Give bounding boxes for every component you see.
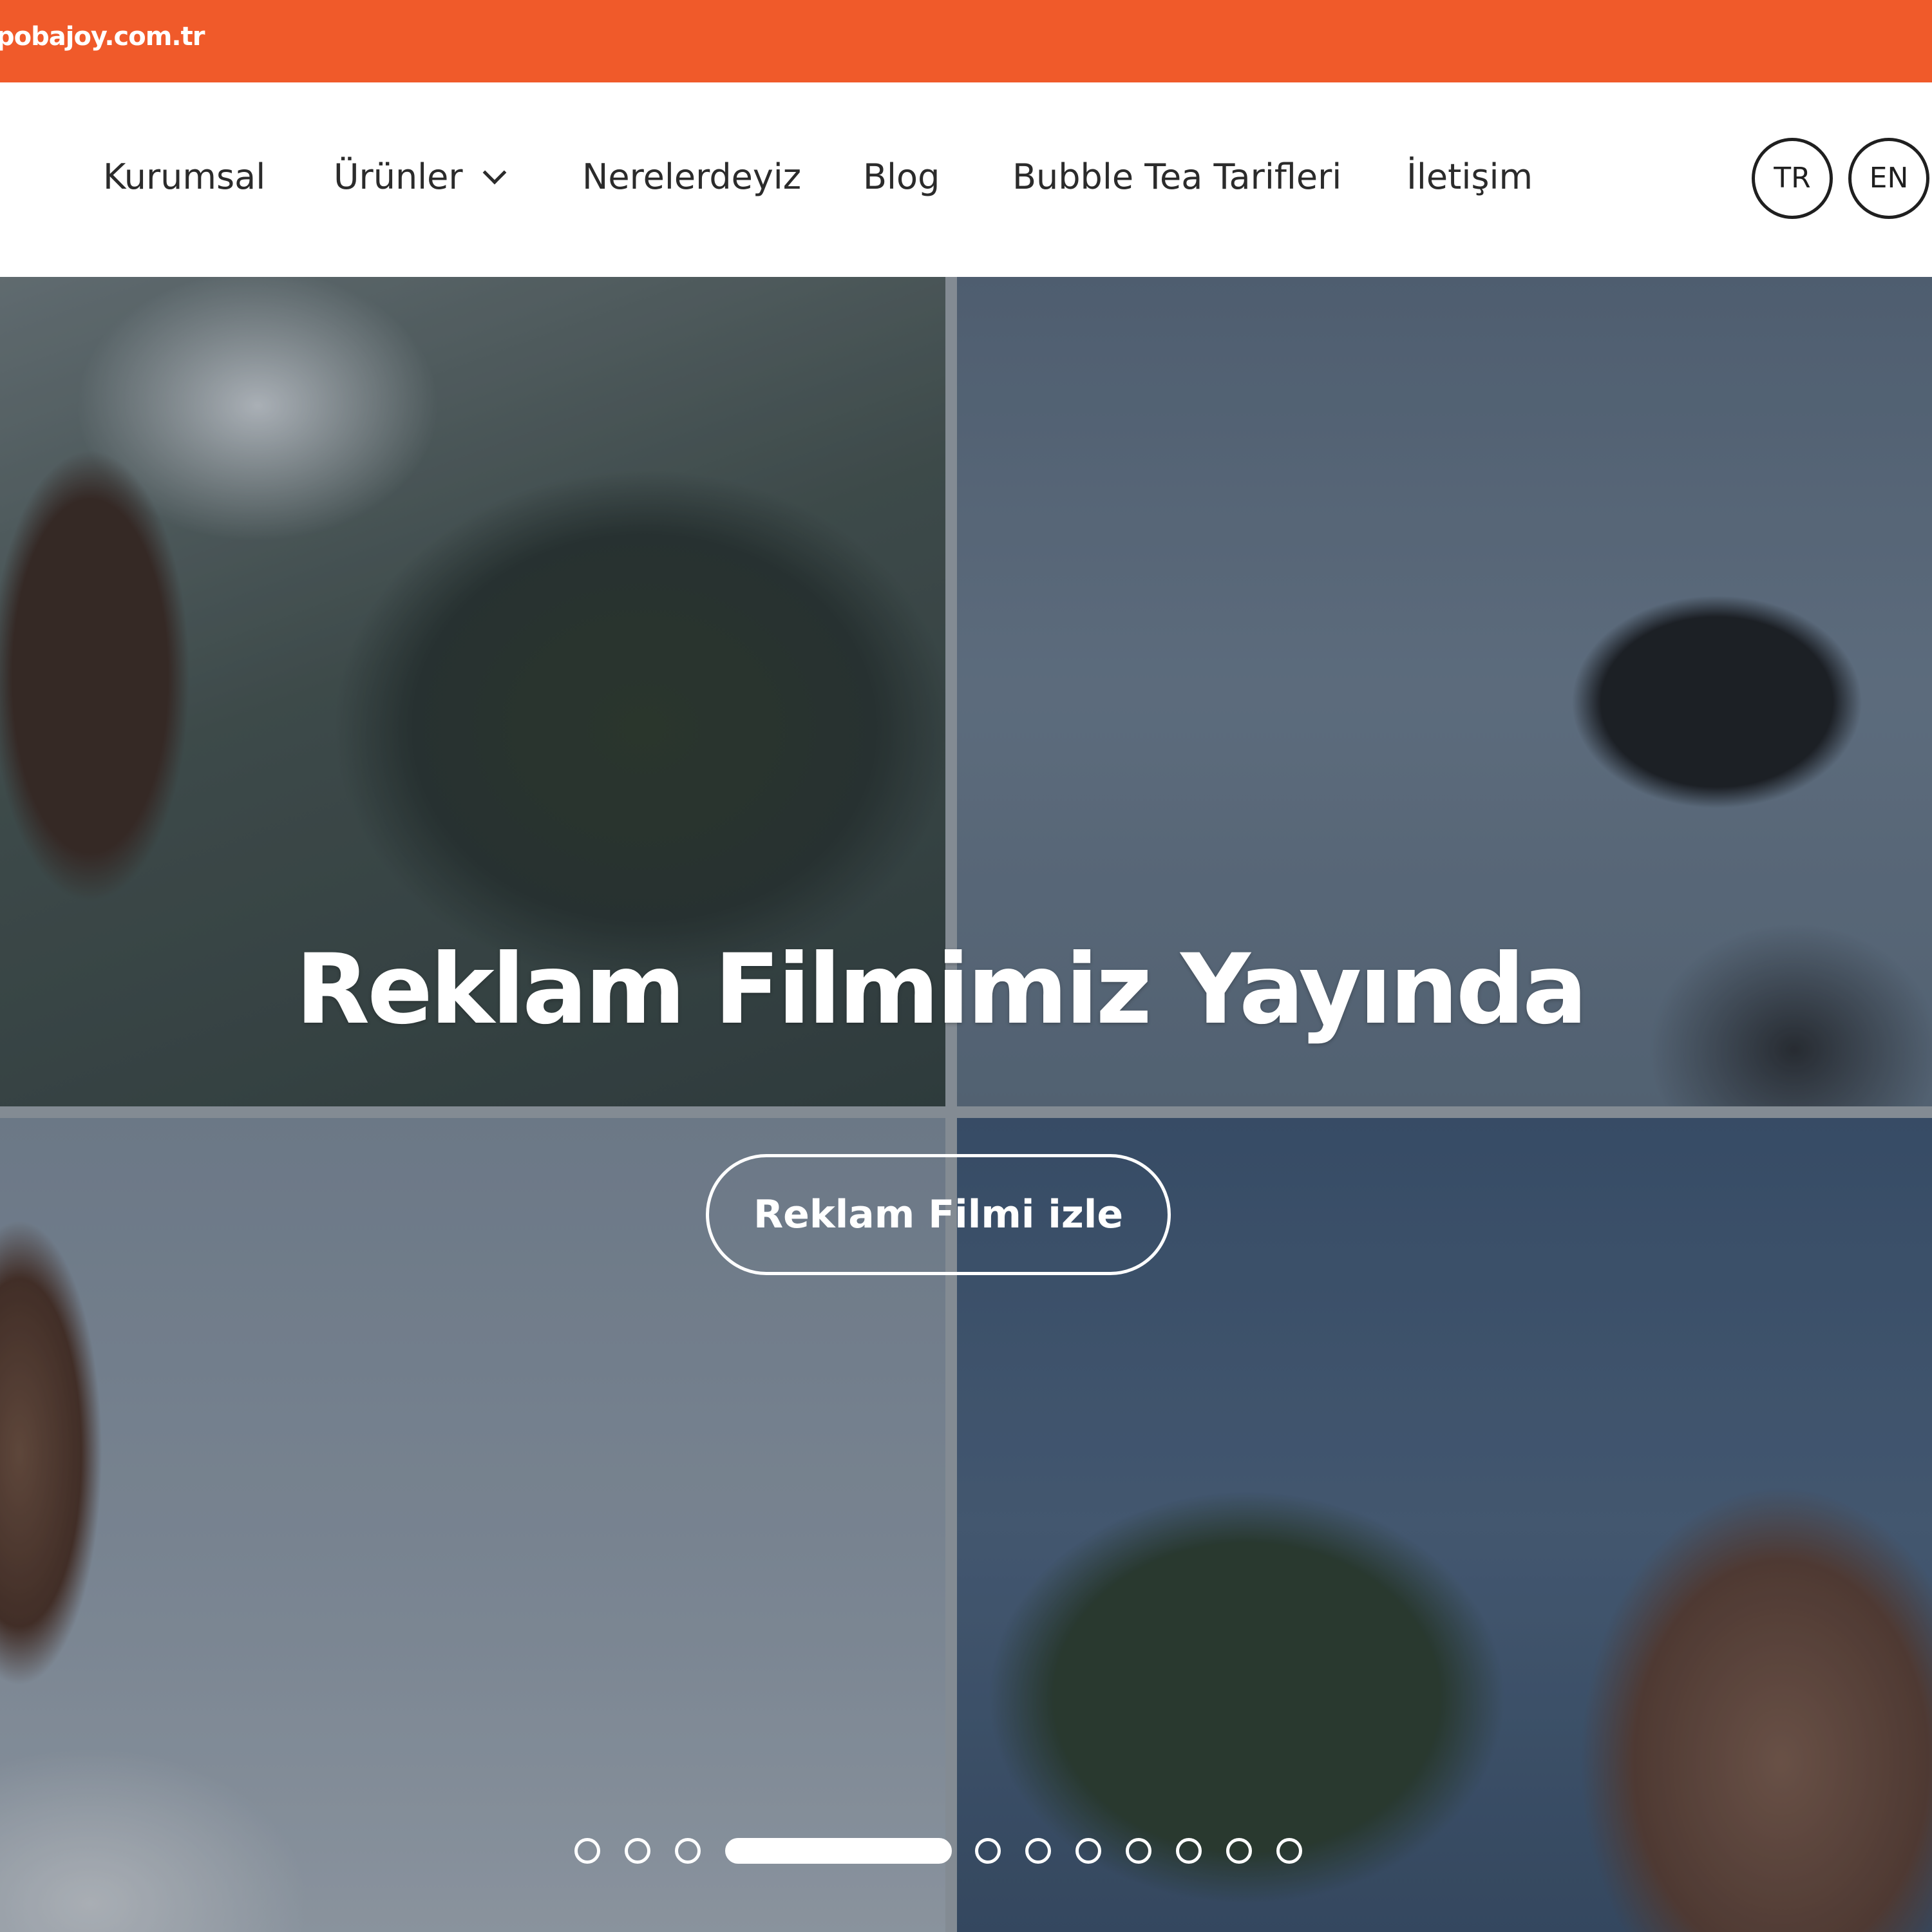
chevron-down-icon	[482, 160, 506, 185]
watch-ad-film-button[interactable]: Reklam Filmi izle	[706, 1154, 1171, 1275]
nav-item-urunler-label: Ürünler	[334, 156, 463, 197]
nav-item-bubble-tea-tarifleri[interactable]: Bubble Tea Tarifleri	[1012, 155, 1341, 200]
slider-dot[interactable]	[1226, 1838, 1252, 1864]
slider-dot[interactable]	[1276, 1838, 1302, 1864]
slider-pagination	[0, 1837, 1932, 1865]
language-tr-button[interactable]: TR	[1752, 138, 1833, 219]
nav-item-nerelerdeyiz[interactable]: Nerelerdeyiz	[582, 155, 801, 200]
slider-dot[interactable]	[574, 1838, 600, 1864]
hero-overlay	[0, 277, 1932, 1932]
slider-dot[interactable]	[1025, 1838, 1051, 1864]
nav-item-urunler[interactable]: Ürünler	[334, 155, 506, 200]
slider-dot[interactable]	[975, 1838, 1001, 1864]
nav-item-iletisim[interactable]: İletişim	[1406, 155, 1533, 200]
slider-dot[interactable]	[1176, 1838, 1202, 1864]
slider-dot[interactable]	[625, 1838, 650, 1864]
hero-slider: Reklam Filmimiz Yayında Reklam Filmi izl…	[0, 277, 1932, 1932]
slider-dot[interactable]	[675, 1838, 701, 1864]
slider-dot-active[interactable]	[725, 1838, 952, 1864]
nav-item-blog[interactable]: Blog	[863, 155, 940, 200]
language-en-button[interactable]: EN	[1848, 138, 1929, 219]
nav-item-kurumsal[interactable]: Kurumsal	[103, 155, 265, 200]
hero-title: Reklam Filmimiz Yayında	[295, 934, 1587, 1046]
slider-dot[interactable]	[1126, 1838, 1151, 1864]
slider-dot[interactable]	[1075, 1838, 1101, 1864]
site-header: Kurumsal Ürünler Nerelerdeyiz Blog Bubbl…	[0, 82, 1932, 277]
top-bar: pobajoy.com.tr	[0, 0, 1932, 82]
site-domain: pobajoy.com.tr	[0, 22, 205, 52]
